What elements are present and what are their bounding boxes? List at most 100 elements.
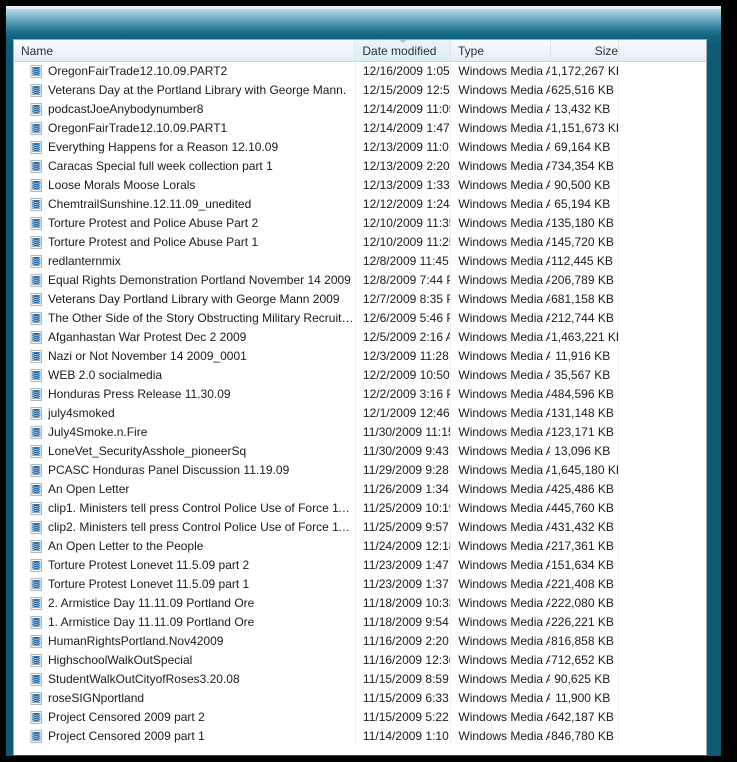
cell-file-name[interactable]: Veterans Day at the Portland Library wit…: [14, 81, 356, 100]
video-media-file-icon: [30, 312, 43, 325]
cell-file-name[interactable]: HumanRightsPortland.Nov42009: [14, 632, 356, 651]
table-row[interactable]: Equal Rights Demonstration Portland Nove…: [14, 271, 706, 290]
file-name-label: podcastJoeAnybodynumber8: [48, 102, 204, 116]
file-name-label: clip2. Ministers tell press Control Poli…: [48, 520, 355, 534]
file-name-label: ChemtrailSunshine.12.11.09_unedited: [48, 197, 252, 211]
table-row[interactable]: 1. Armistice Day 11.11.09 Portland Ore 11…: [14, 613, 706, 632]
file-name-label: An Open Letter: [48, 482, 130, 496]
cell-file-name[interactable]: Torture Protest Lonevet 11.5.09 part 2: [14, 556, 356, 575]
file-name-label: Torture Protest and Police Abuse Part 1: [48, 235, 259, 249]
cell-file-name[interactable]: The Other Side of the Story Obstructing …: [14, 309, 356, 328]
table-row[interactable]: Honduras Press Release 11.30.09 12/2/2009…: [14, 385, 706, 404]
table-row[interactable]: An Open Letter to the People 11/24/2009 1…: [14, 537, 706, 556]
table-row[interactable]: StudentWalkOutCityofRoses3.20.08 11/15/20…: [14, 670, 706, 689]
table-row[interactable]: july4smoked 12/1/2009 12:46 AMWindows Med…: [14, 404, 706, 423]
table-row[interactable]: Torture Protest Lonevet 11.5.09 part 2 11…: [14, 556, 706, 575]
file-name-label: HumanRightsPortland.Nov42009: [48, 634, 224, 648]
cell-date-modified: 11/16/2009 2:20 AM: [356, 632, 452, 651]
cell-empty: [619, 176, 706, 195]
column-header-name[interactable]: Name: [14, 40, 356, 61]
file-name-label: OregonFairTrade12.10.09.PART1: [48, 121, 228, 135]
cell-file-name[interactable]: 1. Armistice Day 11.11.09 Portland Ore: [14, 613, 356, 632]
cell-date-modified: 12/10/2009 11:25 ...: [356, 233, 452, 252]
table-row[interactable]: 2. Armistice Day 11.11.09 Portland Ore 11…: [14, 594, 706, 613]
table-row[interactable]: An Open Letter 11/26/2009 1:34 PMWindows …: [14, 480, 706, 499]
cell-file-name[interactable]: Nazi or Not November 14 2009_0001: [14, 347, 356, 366]
cell-file-name[interactable]: Caracas Special full week collection par…: [14, 157, 356, 176]
table-row[interactable]: Loose Morals Moose Lorals 12/13/2009 1:33…: [14, 176, 706, 195]
table-row[interactable]: ChemtrailSunshine.12.11.09_unedited 12/12…: [14, 195, 706, 214]
cell-empty: [619, 594, 706, 613]
cell-file-name[interactable]: Project Censored 2009 part 2: [14, 708, 356, 727]
cell-file-name[interactable]: An Open Letter: [14, 480, 356, 499]
cell-file-name[interactable]: Everything Happens for a Reason 12.10.09: [14, 138, 356, 157]
table-row[interactable]: OregonFairTrade12.10.09.PART1 12/14/2009 …: [14, 119, 706, 138]
cell-file-name[interactable]: 2. Armistice Day 11.11.09 Portland Ore: [14, 594, 356, 613]
table-row[interactable]: HighschoolWalkOutSpecial 11/16/2009 12:36…: [14, 651, 706, 670]
cell-file-name[interactable]: Equal Rights Demonstration Portland Nove…: [14, 271, 356, 290]
cell-file-type: Windows Media A...: [451, 594, 552, 613]
cell-file-name[interactable]: clip1. Ministers tell press Control Poli…: [14, 499, 356, 518]
table-row[interactable]: Caracas Special full week collection par…: [14, 157, 706, 176]
cell-file-name[interactable]: Loose Morals Moose Lorals: [14, 176, 356, 195]
window-caption-bar[interactable]: [6, 6, 721, 39]
table-row[interactable]: July4Smoke.n.Fire 11/30/2009 11:15 ...Win…: [14, 423, 706, 442]
cell-file-name[interactable]: StudentWalkOutCityofRoses3.20.08: [14, 670, 356, 689]
table-row[interactable]: OregonFairTrade12.10.09.PART2 12/16/2009 …: [14, 62, 706, 81]
cell-file-type: Windows Media A...: [451, 157, 552, 176]
table-row[interactable]: Everything Happens for a Reason 12.10.09…: [14, 138, 706, 157]
cell-file-name[interactable]: ChemtrailSunshine.12.11.09_unedited: [14, 195, 356, 214]
table-row[interactable]: Nazi or Not November 14 2009_0001 12/3/20…: [14, 347, 706, 366]
cell-file-name[interactable]: Veterans Day Portland Library with Georg…: [14, 290, 356, 309]
file-name-label: HighschoolWalkOutSpecial: [48, 653, 193, 667]
file-list-view[interactable]: Name Date modified Type Size OregonFairT…: [13, 39, 707, 755]
cell-file-name[interactable]: OregonFairTrade12.10.09.PART2: [14, 62, 356, 81]
table-row[interactable]: LoneVet_SecurityAsshole_pioneerSq 11/30/2…: [14, 442, 706, 461]
table-row[interactable]: Afganhastan War Protest Dec 2 2009 12/5/2…: [14, 328, 706, 347]
table-row[interactable]: PCASC Honduras Panel Discussion 11.19.09…: [14, 461, 706, 480]
table-row[interactable]: Project Censored 2009 part 1 11/14/2009 1…: [14, 727, 706, 746]
table-row[interactable]: Torture Protest and Police Abuse Part 2 1…: [14, 214, 706, 233]
column-header-date-modified[interactable]: Date modified: [355, 40, 452, 61]
cell-file-name[interactable]: roseSIGNportland: [14, 689, 356, 708]
column-header-size[interactable]: Size: [551, 40, 620, 61]
cell-file-name[interactable]: Torture Protest and Police Abuse Part 2: [14, 214, 356, 233]
table-row[interactable]: WEB 2.0 socialmedia 12/2/2009 10:50 PMWin…: [14, 366, 706, 385]
table-row[interactable]: Veterans Day at the Portland Library wit…: [14, 81, 706, 100]
table-row[interactable]: clip2. Ministers tell press Control Poli…: [14, 518, 706, 537]
cell-file-size: 221,408 KB: [551, 575, 620, 594]
column-header-type[interactable]: Type: [451, 40, 551, 61]
table-row[interactable]: HumanRightsPortland.Nov42009 11/16/2009 2…: [14, 632, 706, 651]
cell-file-name[interactable]: LoneVet_SecurityAsshole_pioneerSq: [14, 442, 356, 461]
cell-file-name[interactable]: redlanternmix: [14, 252, 356, 271]
table-row[interactable]: podcastJoeAnybodynumber8 12/14/2009 11:05…: [14, 100, 706, 119]
table-row[interactable]: redlanternmix 12/8/2009 11:45 PMWindows M…: [14, 252, 706, 271]
table-row[interactable]: Project Censored 2009 part 2 11/15/2009 5…: [14, 708, 706, 727]
cell-file-type: Windows Media A...: [451, 404, 552, 423]
cell-file-name[interactable]: July4Smoke.n.Fire: [14, 423, 356, 442]
cell-file-name[interactable]: PCASC Honduras Panel Discussion 11.19.09: [14, 461, 356, 480]
column-header-empty[interactable]: [619, 40, 706, 61]
cell-file-name[interactable]: An Open Letter to the People: [14, 537, 356, 556]
video-media-file-icon: [30, 65, 43, 78]
cell-file-name[interactable]: Torture Protest Lonevet 11.5.09 part 1: [14, 575, 356, 594]
table-row[interactable]: Veterans Day Portland Library with Georg…: [14, 290, 706, 309]
cell-empty: [619, 480, 706, 499]
table-row[interactable]: roseSIGNportland 11/15/2009 6:33 PMWindow…: [14, 689, 706, 708]
cell-empty: [619, 62, 706, 81]
cell-file-name[interactable]: july4smoked: [14, 404, 356, 423]
cell-file-name[interactable]: HighschoolWalkOutSpecial: [14, 651, 356, 670]
table-row[interactable]: clip1. Ministers tell press Control Poli…: [14, 499, 706, 518]
table-row[interactable]: Torture Protest Lonevet 11.5.09 part 1 11…: [14, 575, 706, 594]
cell-file-name[interactable]: WEB 2.0 socialmedia: [14, 366, 356, 385]
cell-file-name[interactable]: podcastJoeAnybodynumber8: [14, 100, 356, 119]
cell-empty: [619, 328, 706, 347]
cell-file-name[interactable]: Afganhastan War Protest Dec 2 2009: [14, 328, 356, 347]
cell-file-name[interactable]: clip2. Ministers tell press Control Poli…: [14, 518, 356, 537]
cell-file-name[interactable]: OregonFairTrade12.10.09.PART1: [14, 119, 356, 138]
table-row[interactable]: Torture Protest and Police Abuse Part 1 1…: [14, 233, 706, 252]
cell-file-name[interactable]: Torture Protest and Police Abuse Part 1: [14, 233, 356, 252]
cell-file-name[interactable]: Honduras Press Release 11.30.09: [14, 385, 356, 404]
cell-file-name[interactable]: Project Censored 2009 part 1: [14, 727, 356, 746]
table-row[interactable]: The Other Side of the Story Obstructing …: [14, 309, 706, 328]
